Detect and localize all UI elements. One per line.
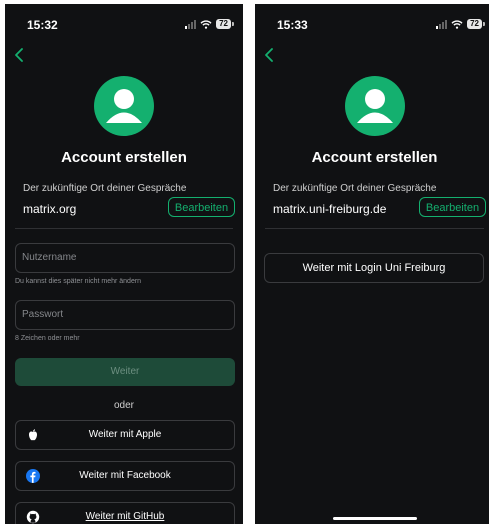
status-time: 15:33	[277, 18, 308, 32]
homeserver-label: Der zukünftige Ort deiner Gespräche	[273, 183, 437, 194]
apple-button-label: Weiter mit Apple	[88, 429, 162, 440]
facebook-icon	[26, 469, 40, 483]
battery-icon: 72	[216, 19, 234, 29]
homeserver-value: matrix.uni-freiburg.de	[273, 202, 387, 216]
wifi-icon	[200, 19, 212, 29]
status-time: 15:32	[27, 18, 58, 32]
facebook-button-label: Weiter mit Facebook	[79, 470, 171, 481]
username-hint: Du kannst dies später nicht mehr ändern	[15, 278, 142, 285]
avatar-icon	[344, 76, 405, 136]
homeserver-label: Der zukünftige Ort deiner Gespräche	[23, 183, 187, 194]
github-icon	[26, 510, 40, 524]
signal-icon	[436, 19, 448, 29]
edit-homeserver-button[interactable]: Bearbeiten	[419, 197, 486, 217]
edit-homeserver-button[interactable]: Bearbeiten	[168, 197, 235, 217]
continue-with-sso-button[interactable]: Weiter mit Login Uni Freiburg	[264, 253, 484, 283]
back-chevron-icon[interactable]	[13, 48, 25, 62]
divider	[15, 228, 233, 229]
password-hint: 8 Zeichen oder mehr	[15, 335, 80, 342]
page-title: Account erstellen	[61, 149, 187, 166]
github-button-label: Weiter mit GitHub	[85, 511, 165, 522]
homeserver-value: matrix.org	[23, 202, 77, 216]
wifi-icon	[451, 19, 463, 29]
avatar-icon	[94, 76, 154, 136]
username-input[interactable]: Nutzername	[15, 243, 235, 273]
status-icons: 72	[185, 19, 234, 29]
or-separator: oder	[113, 400, 134, 411]
screen-create-account-uni-freiburg: 15:33 72 Account erstellen Der zukünftig…	[255, 4, 489, 524]
page-title: Account erstellen	[311, 149, 438, 166]
signal-icon	[185, 19, 197, 29]
home-indicator[interactable]	[332, 517, 417, 520]
continue-with-facebook-button[interactable]: Weiter mit Facebook	[15, 461, 235, 491]
continue-button[interactable]: Weiter	[15, 358, 235, 386]
screen-create-account-matrix-org: 15:32 72 Account erstellen Der zukünftig…	[5, 4, 243, 524]
apple-icon	[29, 429, 37, 441]
divider	[265, 228, 484, 229]
continue-with-github-button[interactable]: Weiter mit GitHub	[15, 502, 235, 524]
back-chevron-icon[interactable]	[263, 48, 275, 62]
status-icons: 72	[436, 19, 485, 29]
battery-icon: 72	[467, 19, 485, 29]
password-input[interactable]: Passwort	[15, 300, 235, 330]
continue-with-apple-button[interactable]: Weiter mit Apple	[15, 420, 235, 450]
